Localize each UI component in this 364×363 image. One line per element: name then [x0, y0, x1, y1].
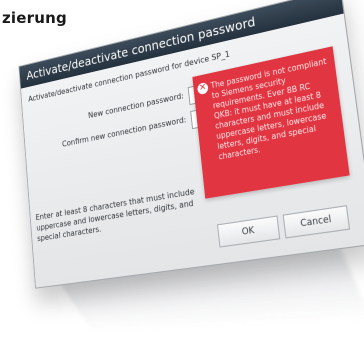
- ok-button[interactable]: OK: [216, 215, 281, 248]
- error-tooltip: ✕ The password is not compliant to Sieme…: [192, 46, 350, 199]
- password-dialog: Activate/deactivate connection password …: [18, 0, 364, 289]
- password-hint: Enter at least 8 characters that must in…: [35, 186, 195, 244]
- error-x-icon: ✕: [196, 81, 209, 96]
- error-message: The password is not compliant to Siemens…: [210, 56, 328, 162]
- dialog-scene: Activate/deactivate connection password …: [0, 0, 364, 363]
- cancel-button[interactable]: Cancel: [282, 205, 351, 239]
